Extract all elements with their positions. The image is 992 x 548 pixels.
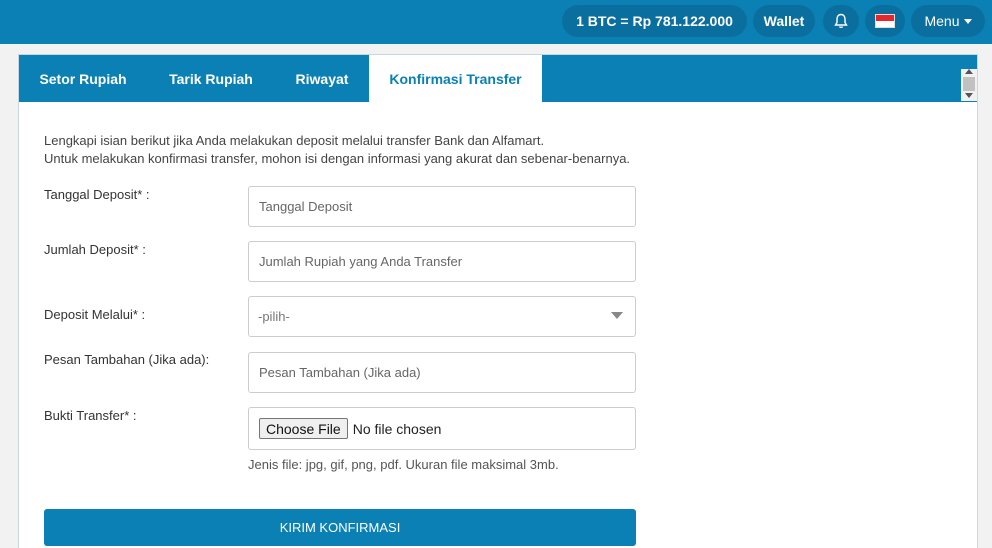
scroll-down-icon[interactable] <box>965 93 973 98</box>
wallet-button[interactable]: Wallet <box>753 5 815 37</box>
indonesia-flag-icon <box>875 14 895 28</box>
tab-riwayat[interactable]: Riwayat <box>275 55 369 102</box>
file-status-text: No file chosen <box>352 420 442 437</box>
tanggal-deposit-label: Tanggal Deposit* : <box>44 187 150 202</box>
tab-bar: Setor Rupiah Tarik Rupiah Riwayat Konfir… <box>19 55 977 102</box>
deposit-melalui-label: Deposit Melalui* : <box>44 307 146 322</box>
intro-line-2: Untuk melakukan konfirmasi transfer, moh… <box>44 151 631 166</box>
btc-rate-badge[interactable]: 1 BTC = Rp 781.122.000 <box>562 5 747 37</box>
pesan-tambahan-input[interactable] <box>248 352 636 393</box>
top-navbar: 1 BTC = Rp 781.122.000 Wallet Menu <box>0 0 992 44</box>
intro-line-1: Lengkapi isian berikut jika Anda melakuk… <box>44 133 545 148</box>
deposit-melalui-value: -pilih- <box>258 309 290 324</box>
tanggal-deposit-input[interactable] <box>248 186 636 227</box>
scroll-thumb[interactable] <box>963 77 975 91</box>
pesan-tambahan-label: Pesan Tambahan (Jika ada): <box>44 352 210 367</box>
notifications-button[interactable] <box>823 5 859 37</box>
bukti-transfer-file-input[interactable]: Choose File No file chosen <box>248 407 636 450</box>
tab-tarik-rupiah[interactable]: Tarik Rupiah <box>147 55 275 102</box>
btc-rate-text: 1 BTC = Rp 781.122.000 <box>576 13 733 29</box>
deposit-card: Setor Rupiah Tarik Rupiah Riwayat Konfir… <box>18 54 978 548</box>
dropdown-caret-icon <box>611 312 623 319</box>
jumlah-deposit-label: Jumlah Deposit* : <box>44 242 146 257</box>
kirim-konfirmasi-button[interactable]: KIRIM KONFIRMASI <box>44 509 636 546</box>
wallet-label: Wallet <box>763 13 805 29</box>
file-type-hint: Jenis file: jpg, gif, png, pdf. Ukuran f… <box>248 457 559 472</box>
jumlah-deposit-input[interactable] <box>248 241 636 282</box>
bell-icon <box>834 13 848 29</box>
language-button[interactable] <box>865 5 905 37</box>
tab-setor-rupiah[interactable]: Setor Rupiah <box>19 55 147 102</box>
menu-button[interactable]: Menu <box>911 5 985 37</box>
scrollbar[interactable] <box>961 69 977 101</box>
choose-file-button[interactable]: Choose File <box>259 418 348 439</box>
tab-konfirmasi-transfer[interactable]: Konfirmasi Transfer <box>369 55 542 102</box>
intro-text: Lengkapi isian berikut jika Anda melakuk… <box>44 132 630 168</box>
deposit-melalui-select[interactable]: -pilih- <box>248 296 636 337</box>
scroll-up-icon[interactable] <box>965 69 973 74</box>
chevron-down-icon <box>963 18 972 24</box>
bukti-transfer-label: Bukti Transfer* : <box>44 408 137 423</box>
menu-label: Menu <box>924 13 960 29</box>
